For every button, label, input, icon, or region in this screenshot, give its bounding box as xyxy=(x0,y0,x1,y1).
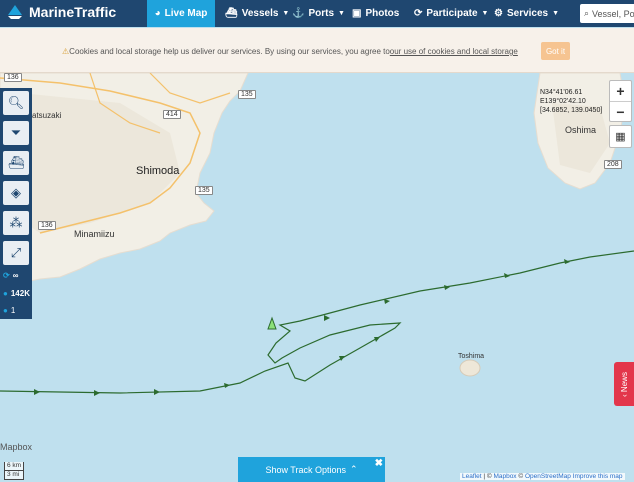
road-shield: 135 xyxy=(238,90,256,99)
cookie-message: ⚠Cookies and local storage help us deliv… xyxy=(62,47,518,56)
coord-lat: N34°41'06.61 xyxy=(540,89,583,96)
nav-label: Participate xyxy=(426,8,478,19)
zoom-in-button[interactable]: + xyxy=(610,81,631,102)
got-it-button[interactable]: Got it xyxy=(541,42,570,60)
marinetraffic-logo-icon xyxy=(8,5,22,19)
improve-map-link[interactable]: Improve this map xyxy=(571,473,623,480)
gear-icon: ⚙ xyxy=(494,8,503,19)
nav-label: Live Map xyxy=(164,8,208,19)
nav-vessels[interactable]: ⛴ Vessels ▼ xyxy=(225,0,289,27)
camera-icon: ▣ xyxy=(352,8,362,19)
filter-tool-button[interactable]: ⏷ xyxy=(3,121,29,145)
logo[interactable]: MarineTraffic xyxy=(6,3,116,21)
zoom-control: + − xyxy=(609,80,632,122)
road-shield: 208 xyxy=(604,160,622,169)
info-icon: ● xyxy=(3,306,8,315)
attrib-sep: | © xyxy=(481,473,494,480)
search-icon: 🔍︎ xyxy=(7,95,25,110)
layers-tool-button[interactable]: ◈ xyxy=(3,181,29,205)
stat-infinity: ⟳ ∞ xyxy=(3,271,18,280)
stat-label: 142K xyxy=(10,289,30,298)
coord-decimal: [34.6852, 139.0450] xyxy=(540,107,603,114)
expand-icon: ⤢ xyxy=(10,245,22,260)
coord-lon: E139°02'42.10 xyxy=(540,98,586,105)
nav-label: Services xyxy=(506,8,549,19)
osm-link[interactable]: OpenStreetMap xyxy=(525,473,571,480)
cookie-banner: ⚠Cookies and local storage help us deliv… xyxy=(0,28,634,73)
place-label-shimoda: Shimoda xyxy=(136,165,180,177)
nav-label: Ports xyxy=(308,8,335,19)
nav-services[interactable]: ⚙ Services ▼ xyxy=(494,0,559,27)
measure-icon: ⁂ xyxy=(9,215,23,230)
road-shield: 135 xyxy=(195,186,213,195)
place-label-toshima: Toshima xyxy=(458,353,485,360)
road-shield: 136 xyxy=(4,73,22,82)
place-label-matsuzaki: atsuzaki xyxy=(32,111,62,120)
search-tool-button[interactable]: 🔍︎ xyxy=(3,91,29,115)
map-toolbar: 🔍︎ ⏷ ⛴ ◈ ⁂ ⤢ ⟳ ∞ ● 142K ● 1 xyxy=(0,88,32,319)
infinity-icon: ⟳ xyxy=(3,271,10,280)
stat-label: ∞ xyxy=(12,271,19,280)
stat-label: 1 xyxy=(10,306,16,315)
cookie-text: Cookies and local storage help us delive… xyxy=(69,47,390,56)
map-layers-button[interactable]: ▦ xyxy=(609,125,632,148)
fullscreen-tool-button[interactable]: ⤢ xyxy=(3,241,29,265)
logo-text: MarineTraffic xyxy=(29,4,117,20)
map-svg xyxy=(0,73,634,482)
close-icon[interactable]: ✖ xyxy=(375,458,383,469)
show-track-options-button[interactable]: Show Track Options ⌃ ✖ xyxy=(238,457,385,482)
road-shield: 414 xyxy=(163,110,181,119)
caret-down-icon: ▼ xyxy=(552,10,560,17)
news-tab[interactable]: ‹ News xyxy=(614,362,634,406)
filter-icon: ⏷ xyxy=(10,125,22,140)
nav-ports[interactable]: ⚓ Ports ▼ xyxy=(292,0,345,27)
info-icon: ● xyxy=(3,289,8,298)
ship-icon: ⛴ xyxy=(225,8,238,19)
mapbox-logo: Mapbox xyxy=(0,442,33,452)
globe-icon: ◕ xyxy=(154,8,161,19)
track-options-label: Show Track Options xyxy=(265,464,346,475)
chevron-left-icon: ‹ xyxy=(619,391,629,397)
mapbox-link[interactable]: Mapbox xyxy=(493,473,516,480)
nav-photos[interactable]: ▣ Photos xyxy=(352,0,399,27)
nav-participate[interactable]: ⟳ Participate ▼ xyxy=(414,0,488,27)
caret-down-icon: ▼ xyxy=(481,10,489,17)
stat-selected: ● 1 xyxy=(3,306,15,315)
caret-down-icon: ▼ xyxy=(338,10,345,17)
top-nav-bar: MarineTraffic ◕ Live Map ⛴ Vessels ▼ ⚓ P… xyxy=(0,0,634,27)
zoom-out-button[interactable]: − xyxy=(610,102,631,122)
search-icon: ⌕ xyxy=(584,8,590,18)
chevron-up-icon: ⌃ xyxy=(350,464,358,474)
road-shield: 136 xyxy=(38,221,56,230)
anchor-icon: ⚓ xyxy=(292,8,305,19)
map-icon: ▦ xyxy=(615,131,626,143)
place-label-oshima: Oshima xyxy=(565,125,597,135)
attrib-sep: © xyxy=(516,473,525,480)
nav-live-map[interactable]: ◕ Live Map xyxy=(147,0,215,27)
scale-mi: 3 mi xyxy=(4,471,25,480)
cookie-policy-link[interactable]: our use of cookies and local storage xyxy=(390,47,518,56)
map-canvas[interactable] xyxy=(0,73,634,482)
fleet-tool-button[interactable]: ⛴ xyxy=(3,151,29,175)
map-scale: 6 km 3 mi xyxy=(4,462,25,480)
news-label: News xyxy=(619,371,629,392)
leaflet-link[interactable]: Leaflet xyxy=(462,473,482,480)
coordinate-readout: N34°41'06.61 E139°02'42.10 [34.6852, 139… xyxy=(540,88,602,115)
search-input[interactable]: ⌕ Vessel, Po xyxy=(580,4,634,23)
scale-km: 6 km xyxy=(4,462,25,471)
place-label-minamiizu: Minamiizu xyxy=(74,229,115,239)
caret-down-icon: ▼ xyxy=(282,10,290,17)
land-toshima xyxy=(459,359,481,377)
fleet-icon: ⛴ xyxy=(7,155,25,170)
refresh-icon: ⟳ xyxy=(414,8,423,19)
search-placeholder: Vessel, Po xyxy=(592,8,634,19)
nav-label: Photos xyxy=(365,8,400,19)
stat-vessel-count: ● 142K xyxy=(3,289,30,298)
layers-icon: ◈ xyxy=(11,185,21,200)
measure-tool-button[interactable]: ⁂ xyxy=(3,211,29,235)
nav-label: Vessels xyxy=(241,8,279,19)
map-attribution: Leaflet | © Mapbox © OpenStreetMap Impro… xyxy=(460,473,625,480)
